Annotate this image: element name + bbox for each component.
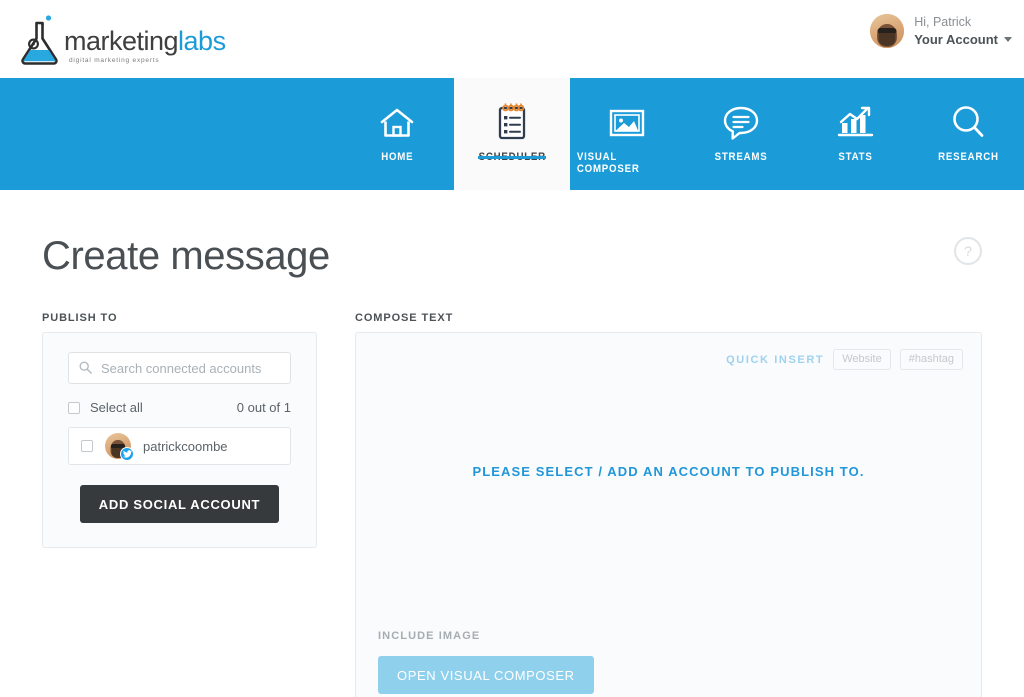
content-columns: PUBLISH TO Select all 0 out of 1 [42, 312, 982, 697]
logo-tagline: digital marketing experts [69, 57, 160, 64]
image-icon [606, 100, 648, 146]
search-accounts-wrapper [68, 352, 291, 384]
publish-to-column: PUBLISH TO Select all 0 out of 1 [42, 312, 317, 697]
magnifier-icon [948, 100, 988, 146]
select-all-checkbox[interactable] [68, 401, 80, 414]
chevron-down-icon [1004, 37, 1012, 43]
selection-count: 0 out of 1 [236, 400, 291, 415]
greeting-text: Hi, Patrick [914, 15, 972, 29]
home-icon [377, 100, 417, 146]
select-all-row: Select all 0 out of 1 [68, 400, 291, 415]
compose-text-column: COMPOSE TEXT QUICK INSERT Website #hasht… [355, 312, 982, 697]
nav-label: RESEARCH [937, 151, 999, 163]
notepad-icon [495, 100, 529, 146]
nav-label: VISUAL COMPOSER [576, 151, 640, 175]
account-menu-label[interactable]: Your Account [914, 31, 1012, 49]
nav-item-visual-composer[interactable]: VISUAL COMPOSER [570, 78, 684, 190]
search-input[interactable] [68, 352, 291, 384]
nav-item-streams[interactable]: STREAMS [684, 78, 798, 190]
select-all-label: Select all [90, 400, 143, 415]
bar-chart-icon [835, 100, 875, 146]
quick-insert-bar: QUICK INSERT Website #hashtag [374, 349, 963, 370]
publish-to-label: PUBLISH TO [42, 312, 118, 324]
account-menu[interactable]: Hi, Patrick Your Account [870, 14, 1012, 49]
speech-bubble-icon [721, 100, 761, 146]
nav-label: STATS [837, 151, 873, 163]
logo-word-primary: marketing [64, 26, 179, 56]
compose-panel: QUICK INSERT Website #hashtag PLEASE SEL… [355, 332, 982, 697]
twitter-icon [120, 447, 134, 461]
quick-insert-hashtag-button[interactable]: #hashtag [899, 349, 963, 370]
compose-text-label: COMPOSE TEXT [355, 312, 454, 324]
nav-item-scheduler[interactable]: SCHEDULER [454, 78, 570, 190]
page-header: marketinglabs digital marketing experts … [0, 0, 1024, 78]
select-all-control[interactable]: Select all [68, 400, 143, 415]
flask-icon [21, 15, 58, 65]
nav-item-home[interactable]: HOME [340, 78, 454, 190]
help-button[interactable]: ? [954, 237, 982, 265]
list-item[interactable]: patrickcoombe [68, 427, 291, 465]
publish-to-panel: Select all 0 out of 1 patrickco [42, 332, 317, 548]
avatar [105, 433, 134, 461]
nav-item-stats[interactable]: STATS [798, 78, 912, 190]
open-visual-composer-button[interactable]: OPEN VISUAL COMPOSER [378, 656, 594, 694]
empty-state-message: PLEASE SELECT / ADD AN ACCOUNT TO PUBLIS… [472, 464, 865, 479]
page-title: Create message [42, 234, 330, 278]
include-image-label: INCLUDE IMAGE [378, 630, 481, 642]
avatar [870, 14, 905, 49]
quick-insert-label: QUICK INSERT [726, 353, 825, 366]
nav-label: HOME [380, 151, 414, 163]
logo-word-accent: labs [178, 26, 226, 56]
account-checkbox[interactable] [81, 440, 93, 452]
nav-item-research[interactable]: RESEARCH [912, 78, 1024, 190]
quick-insert-website-button[interactable]: Website [833, 349, 891, 370]
account-menu-text: Your Account [914, 31, 998, 47]
active-tab-indicator [478, 156, 546, 159]
add-social-account-button[interactable]: ADD SOCIAL ACCOUNT [79, 485, 280, 523]
site-logo[interactable]: marketinglabs digital marketing experts [18, 8, 226, 66]
account-name: patrickcoombe [143, 438, 228, 454]
nav-label: STREAMS [714, 151, 768, 163]
main-navigation: HOME SCHEDULER [0, 78, 1024, 190]
main-content: Create message ? PUBLISH TO Select all [0, 190, 1024, 697]
